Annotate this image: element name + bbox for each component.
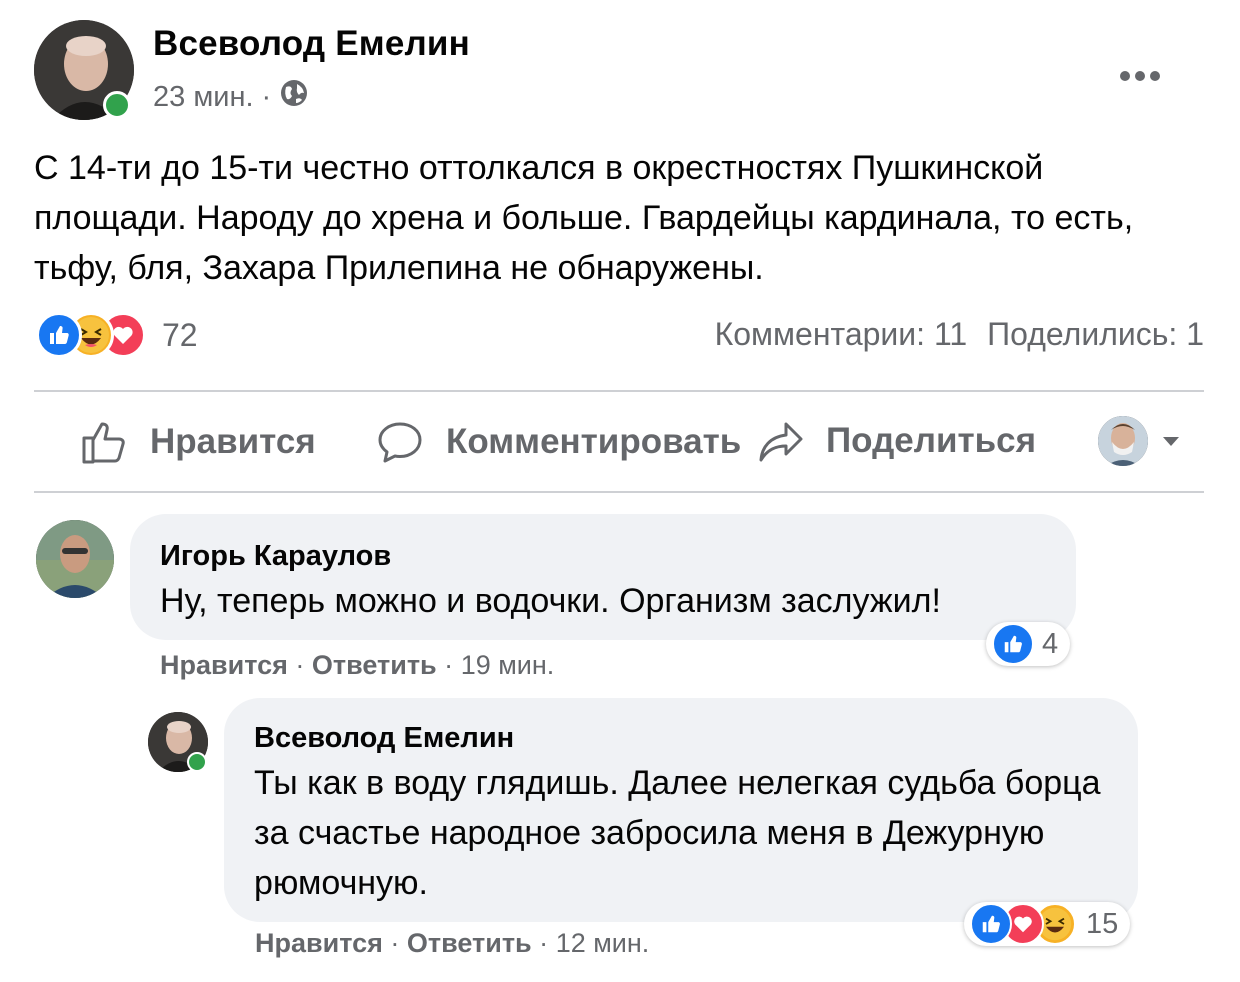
reply-text: Ты как в воду глядишь. Далее нелегкая су… bbox=[254, 764, 1101, 902]
meta-separator: · bbox=[295, 650, 305, 680]
like-button-label: Нравится bbox=[150, 422, 316, 461]
meta-separator: · bbox=[444, 650, 454, 680]
divider-bottom bbox=[34, 491, 1204, 493]
comment-icon bbox=[378, 422, 422, 463]
comment-reactions-count: 4 bbox=[1042, 627, 1059, 660]
reply-reactions-count: 15 bbox=[1086, 907, 1119, 940]
post-author-name[interactable]: Всеволод Емелин bbox=[153, 24, 470, 64]
comments-count-link[interactable]: Комментарии: 11 bbox=[715, 316, 968, 353]
comment-author-avatar[interactable] bbox=[36, 520, 114, 598]
post-timestamp[interactable]: 23 мин. bbox=[153, 81, 254, 114]
reply-timestamp[interactable]: 12 мин. bbox=[556, 928, 650, 958]
reactions-summary[interactable]: 72 bbox=[36, 312, 198, 358]
comment-text: Ну, теперь можно и водочки. Организм зас… bbox=[160, 582, 941, 620]
audience-selector[interactable] bbox=[1098, 416, 1180, 466]
like-reaction-icon bbox=[36, 312, 82, 358]
meta-separator: · bbox=[539, 928, 549, 958]
reply-reply-button[interactable]: Ответить bbox=[407, 928, 532, 958]
meta-separator: · bbox=[261, 80, 272, 113]
online-status-indicator bbox=[187, 752, 207, 772]
shares-count-link[interactable]: Поделились: 1 bbox=[987, 316, 1204, 353]
share-button[interactable]: Поделиться bbox=[758, 418, 1036, 464]
more-options-button[interactable] bbox=[1118, 48, 1162, 93]
reply-author-name[interactable]: Всеволод Емелин bbox=[254, 722, 514, 755]
comment-actions: Нравится · Ответить · 19 мин. bbox=[160, 650, 554, 681]
share-button-label: Поделиться bbox=[826, 421, 1037, 460]
reply-bubble: Всеволод Емелин Ты как в воду глядишь. Д… bbox=[224, 698, 1138, 922]
reply-reactions[interactable]: 15 bbox=[964, 902, 1131, 946]
caret-down-icon bbox=[1163, 437, 1179, 446]
comment-author-name[interactable]: Игорь Караулов bbox=[160, 540, 391, 573]
comment-button[interactable]: Комментировать bbox=[376, 418, 741, 466]
divider-top bbox=[34, 390, 1204, 392]
reactions-count: 72 bbox=[162, 316, 198, 353]
current-user-avatar bbox=[1098, 416, 1148, 466]
like-reaction-icon bbox=[970, 903, 1012, 945]
ellipsis-icon bbox=[1120, 71, 1160, 81]
reply-like-button[interactable]: Нравится bbox=[255, 928, 383, 958]
post-stats: Комментарии: 11 Поделились: 1 bbox=[715, 316, 1204, 353]
meta-separator: · bbox=[390, 928, 400, 958]
comment-reactions[interactable]: 4 bbox=[986, 622, 1071, 666]
comment-button-label: Комментировать bbox=[446, 422, 742, 461]
like-reaction-icon bbox=[992, 623, 1034, 665]
comment-reply-button[interactable]: Ответить bbox=[312, 650, 437, 680]
reply-actions: Нравится · Ответить · 12 мин. bbox=[255, 928, 649, 959]
post-meta: 23 мин. · bbox=[153, 78, 309, 116]
globe-icon bbox=[279, 78, 309, 116]
comment-timestamp[interactable]: 19 мин. bbox=[461, 650, 555, 680]
share-icon bbox=[759, 422, 803, 462]
online-status-indicator bbox=[103, 91, 131, 119]
post-text: С 14-ти до 15-ти честно оттолкался в окр… bbox=[34, 149, 1134, 287]
like-button[interactable]: Нравится bbox=[80, 418, 316, 466]
comment-like-button[interactable]: Нравится bbox=[160, 650, 288, 680]
comment-bubble: Игорь Караулов Ну, теперь можно и водочк… bbox=[130, 514, 1076, 640]
thumbs-up-icon bbox=[82, 422, 125, 464]
